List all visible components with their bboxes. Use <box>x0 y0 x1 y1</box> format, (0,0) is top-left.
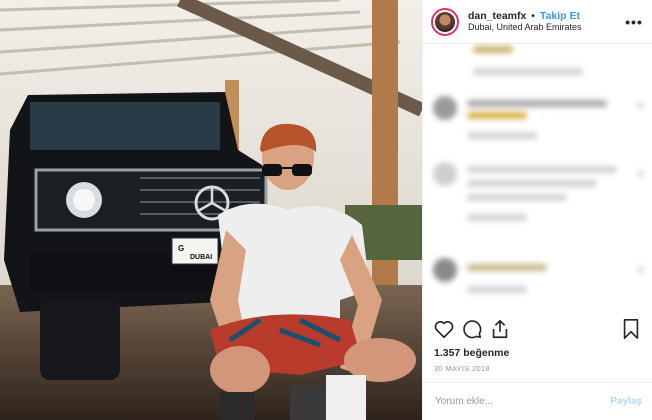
location-link[interactable]: Dubai, United Arab Emirates <box>468 22 624 33</box>
comment-icon[interactable] <box>461 318 483 340</box>
action-bar <box>433 318 642 344</box>
post-comment-button[interactable]: Paylaş <box>610 396 642 407</box>
separator-dot: • <box>531 9 535 22</box>
post-image: G DUBAI <box>0 0 422 420</box>
more-options-icon[interactable]: ••• <box>624 14 644 30</box>
post-sidebar: dan_teamfx • Takip Et Dubai, United Arab… <box>422 0 652 420</box>
username-link[interactable]: dan_teamfx <box>468 10 526 22</box>
post-date: 30 MAYIS 2018 <box>434 364 490 373</box>
avatar[interactable] <box>431 7 459 36</box>
bookmark-icon[interactable] <box>620 318 642 340</box>
follow-button[interactable]: Takip Et <box>540 10 580 22</box>
comment-input[interactable] <box>433 395 611 408</box>
header-info: dan_teamfx • Takip Et Dubai, United Arab… <box>468 10 624 33</box>
post-header: dan_teamfx • Takip Et Dubai, United Arab… <box>423 0 652 44</box>
plate-letter: G <box>178 244 184 253</box>
likes-count[interactable]: 1.357 beğenme <box>434 347 509 359</box>
heart-icon[interactable] <box>433 318 455 340</box>
post-photo[interactable]: G DUBAI <box>0 0 422 420</box>
comments-list <box>423 44 652 314</box>
share-icon[interactable] <box>489 318 511 340</box>
add-comment-bar: Paylaş <box>423 382 652 420</box>
plate-city: DUBAI <box>190 254 212 261</box>
